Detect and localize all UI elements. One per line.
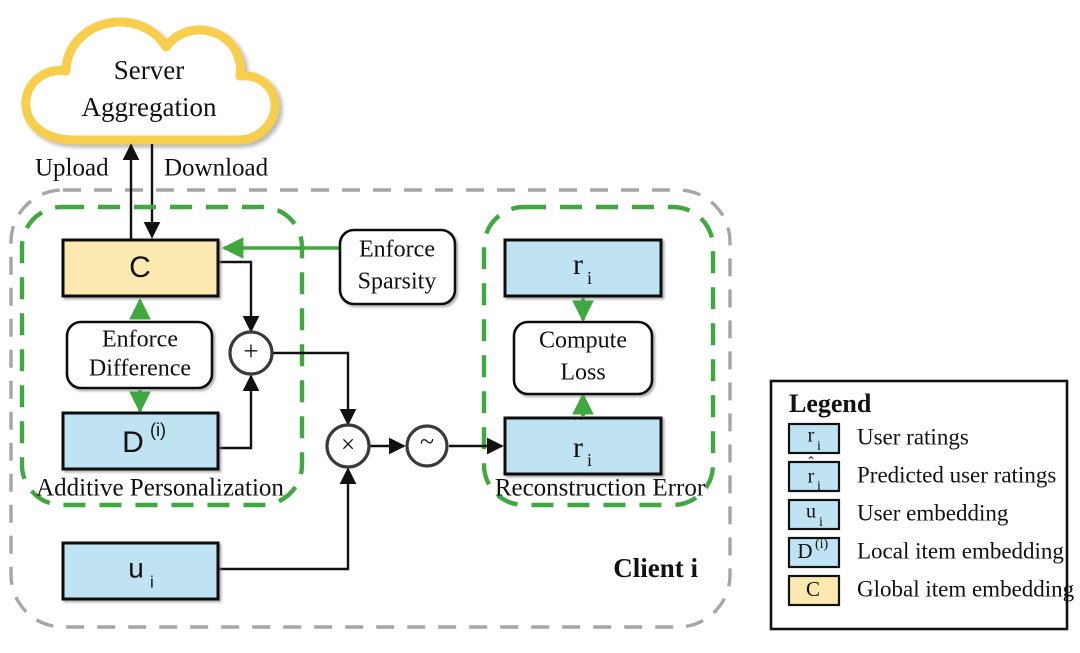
multiply-operator-symbol: × [341,432,355,459]
d-to-plus-connector [218,374,260,450]
add-operator-symbol: + [243,336,258,366]
federated-recommendation-architecture-diagram: Server Aggregation Upload Download Addit… [9,17,1075,631]
user-embedding-label: u [128,552,144,583]
enforce-sparsity-label-line1: Enforce [359,237,435,263]
legend-symbol-subscript: i [819,515,823,530]
legend-symbol: D [797,539,812,563]
legend-label: User ratings [857,424,969,449]
server-label-line1: Server [114,55,184,85]
legend-label: Local item embedding [857,538,1064,563]
download-label: Download [164,155,269,182]
compute-loss-label-line1: Compute [539,328,627,354]
legend-item: D (i) Local item embedding [787,536,1064,569]
plus-to-multiply-connector [272,351,357,426]
user-ratings-label: r [573,248,583,281]
diagram-canvas: Server Aggregation Upload Download Addit… [0,0,1080,653]
add-operator: + [228,330,274,376]
compute-loss-label-line2: Loss [560,360,605,386]
user-ratings-box[interactable] [503,238,663,298]
activation-operator-symbol: ~ [420,427,434,456]
legend-item: C Global item embedding [787,574,1075,607]
legend-label: User embedding [857,500,1009,525]
enforce-difference-label-line2: Difference [89,356,191,382]
additive-personalization-label: Additive Personalization [36,475,284,502]
local-item-embedding-superscript: (i) [150,420,166,440]
legend-symbol: r [808,466,815,488]
activation-operator: ~ [405,424,449,468]
legend-label: Global item embedding [857,576,1075,601]
multiply-operator: × [325,423,371,469]
enforce-sparsity-label-line2: Sparsity [358,269,437,295]
upload-label: Upload [35,155,109,182]
legend-title: Legend [789,389,872,418]
user-embedding-subscript: i [150,572,154,591]
c-to-plus-connector [218,260,260,333]
predicted-ratings-subscript: i [587,450,592,470]
legend-label: Predicted user ratings [857,462,1056,487]
client-label: Client i [613,553,698,583]
legend-symbol: u [806,501,816,523]
local-item-embedding-label: D [122,426,144,459]
user-ratings-subscript: i [587,268,592,288]
legend-symbol-subscript: i [817,479,821,494]
legend-symbol: C [806,577,820,601]
enforce-difference-label-line1: Enforce [102,327,178,353]
legend-panel: Legend r i User ratings r ̂ i Predicted … [769,379,1075,631]
legend-symbol-superscript: (i) [815,537,829,552]
predicted-ratings-label: r [573,431,583,464]
predicted-ratings-box[interactable] [503,416,663,476]
reconstruction-error-label: Reconstruction Error [495,475,706,502]
server-label-line2: Aggregation [82,92,217,122]
legend-symbol: r [808,425,815,447]
legend-symbol-subscript: i [817,439,821,454]
global-item-embedding-label: C [129,251,151,284]
